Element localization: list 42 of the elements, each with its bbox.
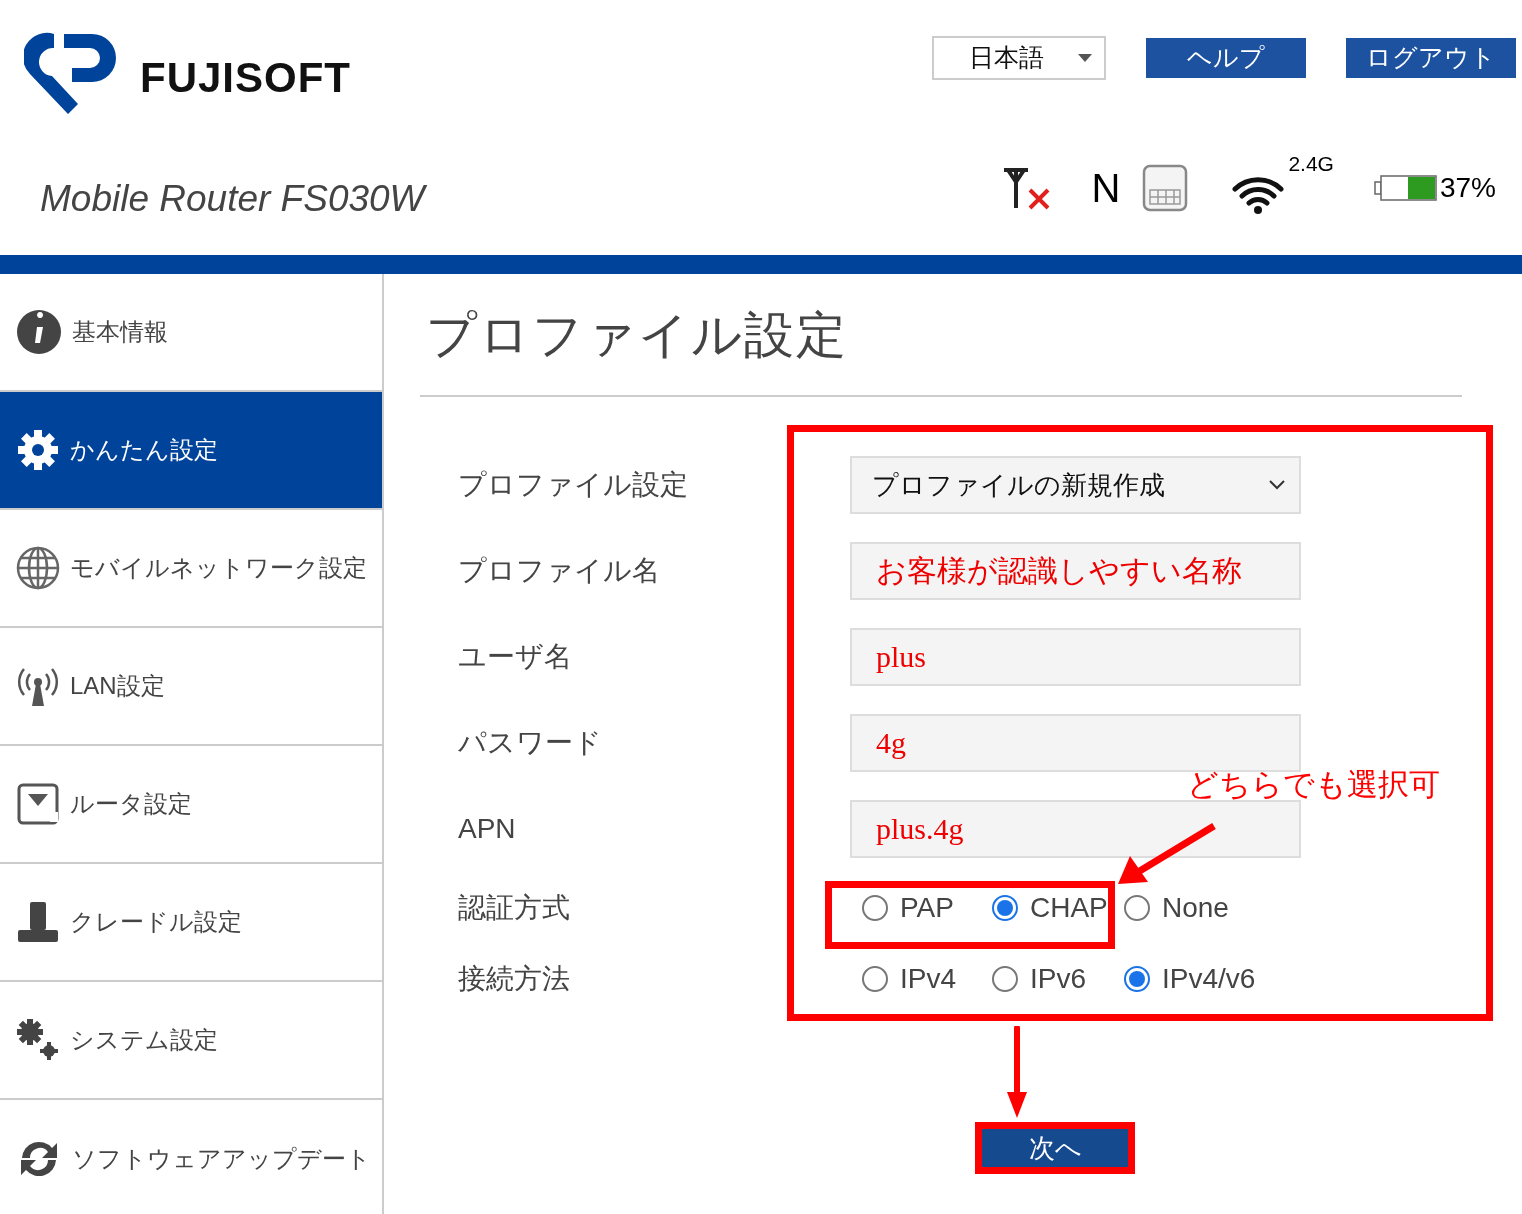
field-label: プロファイル名 (458, 554, 661, 588)
field-label: プロファイル設定 (458, 468, 689, 502)
next-button[interactable]: 次へ (975, 1122, 1135, 1174)
page-title: プロファイル設定 (425, 306, 849, 365)
model-name: Mobile Router FS030W (39, 177, 425, 221)
field-label: パスワード (458, 726, 603, 760)
cradle-icon (16, 900, 60, 944)
battery-icon (1373, 174, 1438, 202)
radio-option[interactable]: IPv4/v6 (1124, 957, 1256, 1000)
input-field[interactable]: plus (850, 628, 1301, 686)
globe-icon (16, 546, 60, 590)
network-label: N (1091, 165, 1121, 212)
profile-select[interactable]: プロファイルの新規作成 (850, 456, 1301, 514)
header-button[interactable]: ヘルプ (1146, 38, 1306, 78)
radio-option[interactable]: None (1124, 886, 1229, 929)
field-label: 接続方法 (458, 961, 571, 996)
language-select[interactable]: 日本語 (932, 36, 1106, 80)
field-label: APN (458, 812, 517, 846)
battery-percent: 37% (1439, 171, 1496, 205)
down-arrow-icon (1006, 1026, 1028, 1120)
wifi-icon (1232, 175, 1285, 215)
gears-icon (16, 1018, 60, 1062)
field-label: 認証方式 (458, 890, 571, 925)
sim-card-icon (1142, 164, 1189, 212)
field-label: ユーザ名 (458, 640, 573, 674)
input-field[interactable]: 4g (850, 714, 1301, 772)
input-field[interactable]: お客様が認識しやすい名称 (850, 542, 1301, 600)
gear-icon (16, 428, 60, 472)
input-field[interactable]: plus.4g (850, 800, 1301, 858)
radio-option[interactable]: CHAP (992, 886, 1124, 929)
info-icon (16, 309, 62, 355)
wifi-band-label: 2.4G (1288, 151, 1334, 177)
radio-option[interactable]: IPv6 (992, 957, 1124, 1000)
chevron-down-icon (1269, 480, 1285, 490)
no-signal-icon (1001, 166, 1052, 210)
sidebar-item[interactable]: かんたん設定 (0, 392, 382, 510)
brand-name: FUJISOFT (140, 53, 351, 103)
router-icon (16, 782, 60, 826)
radio-option[interactable]: IPv4 (862, 957, 992, 1000)
dropdown-icon (1078, 54, 1092, 62)
header-button[interactable]: ログアウト (1346, 38, 1516, 78)
radio-option[interactable]: PAP (862, 886, 992, 929)
